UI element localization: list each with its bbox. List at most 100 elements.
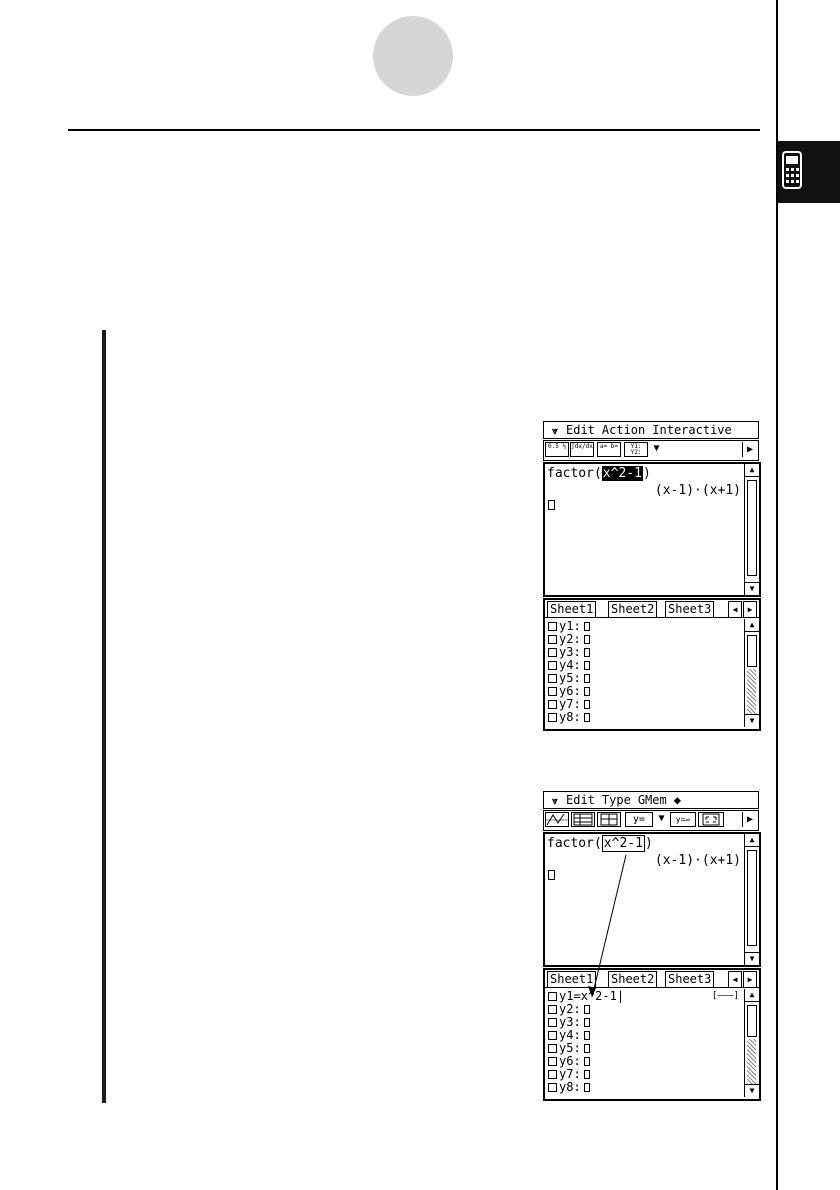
scroll-thumb[interactable]: [747, 850, 757, 946]
toolbar-button-fraction[interactable]: 0.5 ⅓: [545, 442, 569, 457]
main-application-area[interactable]: factor(x^2-1) (x-1)·(x+1) ▲ ▼: [543, 462, 761, 597]
entry-highlight[interactable]: x^2-1: [601, 466, 643, 481]
result-text: (x-1)·(x+1): [654, 853, 741, 868]
menu-caret-icon[interactable]: ⩔: [544, 794, 566, 808]
entry-line[interactable]: factor(x^2-1): [547, 466, 651, 481]
toolbar-button-graph-editor[interactable]: Y1: Y2:: [624, 442, 648, 457]
function-entry[interactable]: [583, 1044, 590, 1053]
tab-sheet1[interactable]: Sheet1: [547, 971, 597, 987]
function-entry[interactable]: [583, 1018, 590, 1027]
function-checkbox[interactable]: [548, 1018, 557, 1027]
menu-item-interactive[interactable]: Interactive: [652, 423, 731, 437]
scroll-thumb[interactable]: [747, 480, 757, 576]
function-label: y3:: [559, 1015, 581, 1029]
function-checkbox[interactable]: [548, 713, 557, 722]
function-checkbox[interactable]: [548, 1070, 557, 1079]
function-checkbox[interactable]: [548, 622, 557, 631]
entry-line[interactable]: factor(x^2-1): [547, 835, 653, 852]
scroll-track-shade: [747, 669, 756, 714]
function-checkbox[interactable]: [548, 1057, 557, 1066]
toolbar-scroll-right-icon[interactable]: ▶: [742, 812, 757, 827]
menu-item-diamond[interactable]: ◆: [674, 793, 681, 807]
scroll-up-icon[interactable]: ▲: [745, 464, 759, 477]
calculator-icon: [782, 151, 802, 189]
menu-item-action[interactable]: Action: [602, 423, 645, 437]
menu-item-edit[interactable]: Edit: [566, 793, 595, 807]
table-icon[interactable]: [571, 812, 595, 827]
function-checkbox[interactable]: [548, 1005, 557, 1014]
function-entry[interactable]: [583, 674, 590, 683]
entry-selection[interactable]: x^2-1: [601, 835, 645, 852]
step-bar: [102, 330, 106, 1103]
graph-plot-icon[interactable]: [545, 812, 569, 827]
scroll-up-icon[interactable]: ▲: [745, 989, 759, 1002]
function-checkbox[interactable]: [548, 661, 557, 670]
function-checkbox[interactable]: [548, 674, 557, 683]
tab-sheet3[interactable]: Sheet3: [665, 971, 715, 987]
work-scrollbar[interactable]: ▲ ▼: [744, 464, 759, 595]
graph-scrollbar[interactable]: ▲ ▼: [744, 989, 759, 1097]
function-checkbox[interactable]: [548, 992, 557, 1001]
function-entry[interactable]: [583, 1005, 590, 1014]
tab-sheet2[interactable]: Sheet2: [608, 971, 658, 987]
function-label: y4:: [559, 658, 581, 672]
function-entry[interactable]: [583, 687, 590, 696]
toolbar-button-calculus[interactable]: ∫dx/dx: [570, 442, 594, 457]
scroll-down-icon[interactable]: ▼: [745, 714, 759, 727]
menu-item-gmem[interactable]: GMem: [638, 793, 667, 807]
scroll-up-icon[interactable]: ▲: [745, 834, 759, 847]
function-checkbox[interactable]: [548, 1083, 557, 1092]
function-checkbox[interactable]: [548, 1044, 557, 1053]
toolbar-button-assign[interactable]: a= b=: [597, 442, 621, 457]
function-entry[interactable]: [583, 1057, 590, 1066]
page-number-circle: [373, 16, 453, 96]
function-entry[interactable]: [583, 1031, 590, 1040]
menu-caret-icon[interactable]: ⩔: [544, 424, 566, 438]
table-settings-icon[interactable]: [597, 812, 621, 827]
scroll-up-icon[interactable]: ▲: [745, 619, 759, 632]
function-row[interactable]: y8:: [548, 711, 590, 724]
function-checkbox[interactable]: [548, 700, 557, 709]
toolbar-scroll-right-icon[interactable]: ▶: [742, 442, 757, 457]
menu-bar: ⩔ Edit Action Interactive: [543, 421, 759, 439]
scroll-thumb[interactable]: [747, 635, 757, 667]
function-entry[interactable]: [583, 661, 590, 670]
function-entry[interactable]: [583, 635, 590, 644]
graph-scrollbar[interactable]: ▲ ▼: [744, 619, 759, 727]
function-row[interactable]: y8:: [548, 1081, 624, 1094]
function-entry[interactable]: [583, 1070, 590, 1079]
graph-type-dropdown-icon[interactable]: ▼: [655, 812, 668, 827]
function-expression[interactable]: x^2-1: [581, 989, 617, 1003]
menu-item-type[interactable]: Type: [602, 793, 631, 807]
tab-next-icon[interactable]: ▶: [743, 971, 757, 988]
function-checkbox[interactable]: [548, 635, 557, 644]
function-entry[interactable]: [583, 713, 590, 722]
input-cursor: [548, 870, 555, 880]
scroll-thumb[interactable]: [747, 1005, 757, 1037]
tab-prev-icon[interactable]: ◀: [728, 971, 742, 988]
tab-sheet2[interactable]: Sheet2: [608, 601, 658, 617]
toolbar-dropdown-icon[interactable]: ▼: [650, 442, 663, 457]
function-checkbox[interactable]: [548, 687, 557, 696]
menu-item-edit[interactable]: Edit: [566, 423, 595, 437]
graph-type-button[interactable]: y=: [625, 812, 653, 827]
main-application-area[interactable]: factor(x^2-1) (x-1)·(x+1) ▲ ▼: [543, 832, 761, 967]
function-entry[interactable]: [583, 622, 590, 631]
function-entry[interactable]: [583, 1083, 590, 1092]
shade-button[interactable]: y=▱: [670, 812, 696, 827]
tab-sheet1[interactable]: Sheet1: [547, 601, 597, 617]
function-entry[interactable]: [583, 700, 590, 709]
tab-next-icon[interactable]: ▶: [743, 601, 757, 618]
function-checkbox[interactable]: [548, 1031, 557, 1040]
function-label: y7:: [559, 1067, 581, 1081]
scroll-down-icon[interactable]: ▼: [745, 1084, 759, 1097]
scroll-down-icon[interactable]: ▼: [745, 952, 759, 965]
function-entry[interactable]: [583, 648, 590, 657]
work-scrollbar[interactable]: ▲ ▼: [744, 834, 759, 965]
tab-sheet3[interactable]: Sheet3: [665, 601, 715, 617]
scroll-down-icon[interactable]: ▼: [745, 582, 759, 595]
zoom-fit-icon[interactable]: [698, 812, 724, 827]
function-checkbox[interactable]: [548, 648, 557, 657]
function-label: y8:: [559, 710, 581, 724]
tab-prev-icon[interactable]: ◀: [728, 601, 742, 618]
